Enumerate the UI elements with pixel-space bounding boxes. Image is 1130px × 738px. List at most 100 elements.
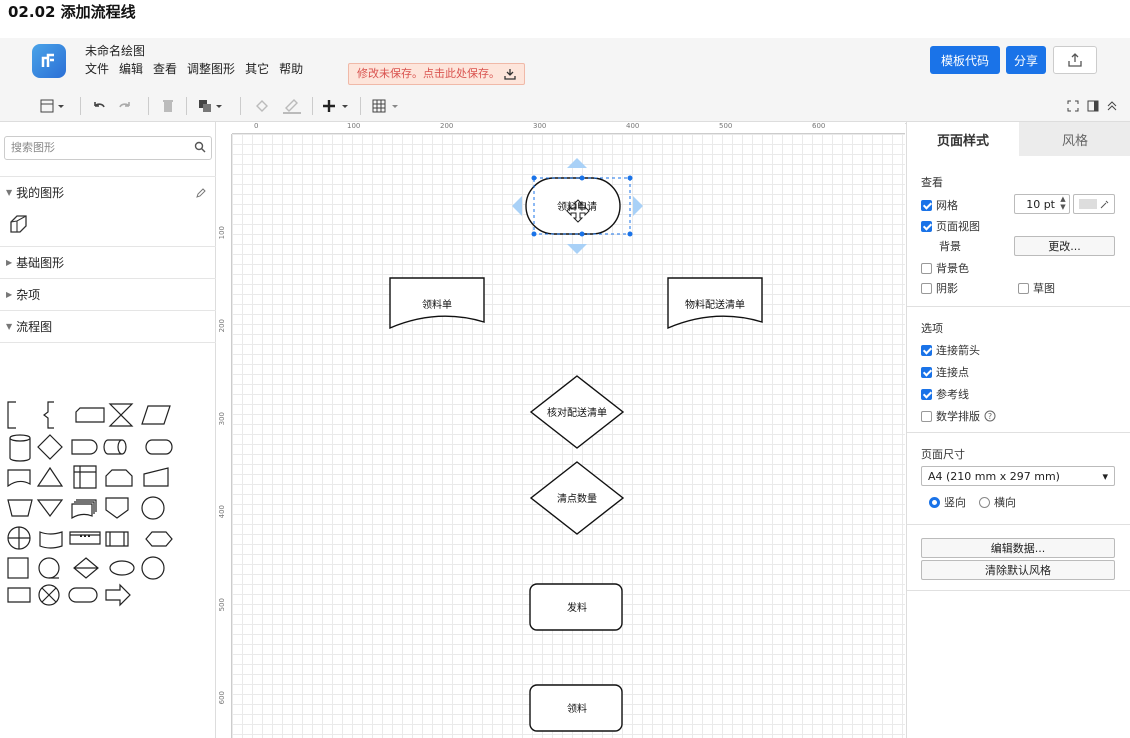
resize-handle[interactable] [579, 175, 585, 181]
sequential-storage-shape-icon[interactable] [38, 557, 60, 579]
panel-toggle-icon[interactable] [1087, 96, 1099, 116]
menu-extras[interactable]: 其它 [245, 60, 269, 77]
paper-tape-shape-icon[interactable] [39, 531, 63, 549]
multi-document-shape-icon[interactable] [71, 499, 97, 520]
decision-shape-icon[interactable] [37, 434, 63, 460]
page-size-select[interactable]: A4 (210 mm x 297 mm) ▾ [921, 466, 1115, 486]
section-my-shapes[interactable]: ▼ 我的图形 [0, 176, 216, 208]
menu-view[interactable]: 查看 [153, 60, 177, 77]
grid-label: 网格 [936, 199, 958, 212]
shape-search-input[interactable]: 搜索图形 [4, 136, 212, 160]
export-button[interactable] [1053, 46, 1097, 74]
resize-handle[interactable] [627, 231, 633, 237]
grid-checkbox[interactable]: 网格 [921, 197, 958, 213]
delay-shape-icon[interactable] [71, 439, 98, 455]
unsaved-changes-button[interactable]: 修改未保存。点击此处保存。 [348, 63, 525, 85]
internal-storage-shape-icon[interactable] [73, 465, 97, 489]
help-icon[interactable]: ? [984, 410, 996, 422]
connect-arrow-up-icon[interactable] [567, 158, 587, 168]
resize-handle[interactable] [579, 231, 585, 237]
or-shape-icon[interactable] [7, 526, 31, 550]
clear-default-style-button[interactable]: 清除默认风格 [921, 560, 1115, 580]
landscape-radio[interactable]: 横向 [979, 494, 1016, 510]
arrow-shape-icon[interactable] [105, 583, 131, 607]
connection-points-checkbox[interactable]: 连接点 [921, 364, 969, 380]
card-shape-icon[interactable] [75, 407, 105, 423]
sketch-checkbox[interactable]: 草图 [1018, 280, 1055, 296]
connection-arrows-checkbox[interactable]: 连接箭头 [921, 342, 980, 358]
on-page-reference-shape-icon[interactable] [141, 496, 165, 520]
change-background-button[interactable]: 更改... [1014, 236, 1115, 256]
document-title[interactable]: 未命名绘图 [85, 42, 145, 59]
format-panel-toggle-icon[interactable] [40, 96, 66, 116]
edit-icon[interactable] [196, 188, 206, 198]
sort-shape-icon[interactable] [73, 557, 99, 579]
annotation-shape-icon[interactable] [7, 401, 16, 429]
template-code-button[interactable]: 模板代码 [930, 46, 1000, 74]
merge-shape-icon[interactable] [36, 499, 64, 517]
diagram: 领料申请 领料单 物料配送清单 核对配送清单 清点数量 发料 领料 [389, 158, 763, 732]
stored-data-shape-icon[interactable] [109, 560, 135, 576]
share-button[interactable]: 分享 [1006, 46, 1046, 74]
portrait-radio[interactable]: 竖向 [929, 494, 966, 510]
tab-page-style[interactable]: 页面样式 [907, 122, 1019, 156]
table-icon[interactable] [372, 96, 402, 116]
math-typesetting-checkbox[interactable]: 数学排版 ? [921, 408, 996, 424]
my-shape-cube-icon[interactable] [8, 214, 30, 236]
section-flowchart[interactable]: ▼ 流程图 [0, 310, 216, 342]
undo-icon[interactable] [92, 96, 106, 116]
menu-arrange[interactable]: 调整图形 [187, 60, 235, 77]
delete-icon[interactable] [162, 96, 174, 116]
x-circle-shape-icon[interactable] [38, 584, 60, 606]
terminator-shape-icon[interactable] [68, 587, 98, 603]
summing-junction-shape-icon[interactable] [141, 556, 165, 580]
fullscreen-icon[interactable] [1067, 96, 1079, 116]
menu-edit[interactable]: 编辑 [119, 60, 143, 77]
off-page-reference-shape-icon[interactable] [105, 497, 129, 519]
preparation-shape-icon[interactable] [105, 531, 129, 547]
connect-arrow-right-icon[interactable] [633, 196, 643, 216]
connect-arrow-left-icon[interactable] [512, 196, 522, 216]
search-icon[interactable] [194, 141, 206, 153]
process-hexagon-shape-icon[interactable] [145, 531, 173, 547]
resize-handle[interactable] [531, 175, 537, 181]
background-color-checkbox[interactable]: 背景色 [921, 260, 969, 276]
menu-help[interactable]: 帮助 [279, 60, 303, 77]
to-front-icon[interactable] [198, 96, 226, 116]
line-color-icon[interactable] [282, 96, 302, 116]
section-misc[interactable]: ▶ 杂项 [0, 278, 216, 310]
data-shape-icon[interactable] [141, 405, 171, 425]
resize-handle[interactable] [627, 175, 633, 181]
process-shape-icon[interactable] [7, 557, 29, 579]
grid-color-button[interactable] [1073, 194, 1115, 214]
manual-operation-shape-icon[interactable] [7, 499, 33, 517]
grid-size-stepper-icon[interactable]: ▲ ▼ [1058, 195, 1068, 213]
fill-color-icon[interactable] [254, 96, 270, 116]
terminator-card-shape-icon[interactable] [7, 587, 31, 603]
ruler-tick-label: 500 [218, 598, 226, 612]
manual-input-shape-icon[interactable] [143, 467, 169, 487]
database-shape-icon[interactable] [9, 434, 31, 462]
collapse-icon[interactable] [1106, 96, 1118, 116]
loop-limit-shape-icon[interactable] [105, 469, 133, 487]
extract-shape-icon[interactable] [36, 466, 64, 487]
resize-handle[interactable] [531, 231, 537, 237]
display-shape-icon[interactable] [145, 439, 173, 455]
drawing-canvas[interactable]: 领料申请 领料单 物料配送清单 核对配送清单 清点数量 发料 领料 [232, 134, 905, 738]
collate-shape-icon[interactable] [108, 403, 134, 427]
insert-icon[interactable] [322, 96, 352, 116]
section-label: 基础图形 [16, 256, 65, 270]
menu-file[interactable]: 文件 [85, 60, 109, 77]
section-basic-shapes[interactable]: ▶ 基础图形 [0, 246, 216, 278]
connect-arrow-down-icon[interactable] [567, 244, 587, 254]
annotation-brace-shape-icon[interactable] [43, 401, 54, 429]
tab-style[interactable]: 风格 [1019, 122, 1130, 156]
shadow-checkbox[interactable]: 阴影 [921, 280, 958, 296]
predefined-process-shape-icon[interactable] [69, 531, 101, 545]
guides-checkbox[interactable]: 参考线 [921, 386, 969, 402]
document-shape-icon[interactable] [7, 469, 31, 488]
redo-icon[interactable] [118, 96, 132, 116]
direct-data-shape-icon[interactable] [103, 439, 127, 455]
edit-data-button[interactable]: 编辑数据... [921, 538, 1115, 558]
page-view-checkbox[interactable]: 页面视图 [921, 218, 980, 234]
